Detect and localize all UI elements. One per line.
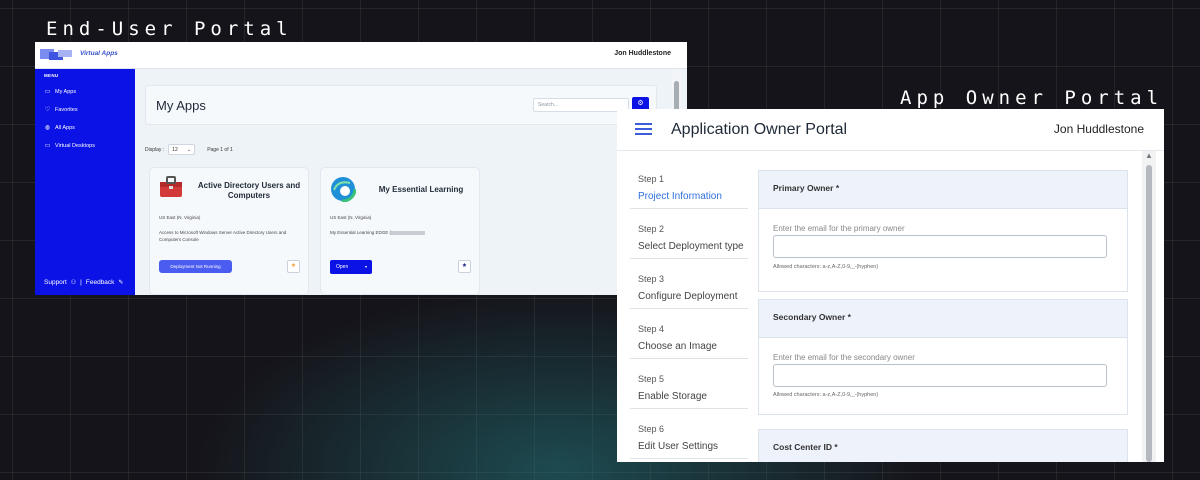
edge-browser-icon (330, 176, 356, 202)
step-title: Enable Storage (638, 391, 707, 402)
step-choose-an-image[interactable]: Step 4 Choose an Image (630, 309, 748, 359)
page-header: My Apps Search... ⚙ (145, 85, 657, 125)
display-value: 12 (172, 147, 178, 153)
gear-icon: ⚙ (637, 100, 644, 107)
virtual-apps-logo (40, 47, 74, 63)
end-user-portal-window: Virtual Apps Jon Huddlestone MENU ▭ My A… (35, 42, 687, 295)
step-enable-storage[interactable]: Step 5 Enable Storage (630, 359, 748, 409)
end-user-portal-caption: End-User Portal (46, 18, 293, 40)
secondary-owner-section: Secondary Owner * Enter the email for th… (758, 299, 1128, 415)
desktop-icon: ▭ (44, 143, 51, 149)
step-number: Step 5 (638, 374, 665, 384)
top-bar: Virtual Apps Jon Huddlestone (35, 42, 687, 69)
scrollbar-thumb[interactable] (674, 81, 679, 111)
page-title: My Apps (156, 98, 206, 113)
sidebar-item-label: Favorites (55, 106, 78, 113)
page-info: Page 1 of 1 (207, 146, 233, 153)
favorite-button[interactable]: ★ (458, 260, 471, 273)
step-select-deployment-type[interactable]: Step 2 Select Deployment type (630, 209, 748, 259)
user-name[interactable]: Jon Huddlestone (614, 50, 671, 57)
app-region: US East (N. Virginia) (159, 215, 201, 220)
section-header: Cost Center ID * (759, 430, 1127, 462)
step-title: Project Information (638, 191, 722, 202)
caret-down-icon: ▾ (364, 264, 367, 269)
sidebar-item-all-apps[interactable]: ◍ All Apps (44, 124, 75, 132)
user-name[interactable]: Jon Huddlestone (1054, 122, 1144, 136)
step-project-information[interactable]: Step 1 Project Information (630, 159, 748, 209)
section-header: Secondary Owner * (759, 300, 1127, 338)
section-header: Primary Owner * (759, 171, 1127, 209)
brand-name: Virtual Apps (80, 50, 118, 57)
app-name: Active Directory Users and Computers (197, 181, 301, 200)
star-icon: ★ (290, 263, 297, 269)
step-configure-deployment[interactable]: Step 3 Configure Deployment (630, 259, 748, 309)
primary-owner-section: Primary Owner * Enter the email for the … (758, 170, 1128, 292)
scrollbar[interactable]: ▲ (1142, 151, 1156, 462)
step-number: Step 1 (638, 174, 665, 184)
step-number: Step 4 (638, 324, 665, 334)
app-owner-portal-caption: App Owner Portal (900, 87, 1164, 109)
hamburger-menu-icon[interactable] (635, 123, 652, 136)
sidebar-item-label: All Apps (55, 124, 75, 131)
display-controls: Display : 12 ⌄ Page 1 of 1 (145, 144, 233, 155)
top-bar: Application Owner Portal Jon Huddlestone (617, 109, 1164, 151)
sidebar: MENU ▭ My Apps ♡ Favorites ◍ All Apps ▭ … (35, 69, 135, 295)
heart-icon: ♡ (44, 107, 51, 113)
secondary-owner-email-field[interactable] (773, 364, 1107, 387)
monitor-icon: ▭ (44, 89, 51, 95)
step-number: Step 6 (638, 424, 665, 434)
redacted-text (391, 230, 426, 235)
open-button[interactable]: Open ▾ (330, 260, 372, 274)
favorite-button[interactable]: ★ (287, 260, 300, 273)
display-label: Display : (145, 146, 165, 153)
step-title: Configure Deployment (638, 291, 738, 302)
app-name: My Essential Learning (378, 185, 464, 194)
sidebar-item-virtual-desktops[interactable]: ▭ Virtual Desktops (44, 142, 95, 150)
menu-heading: MENU (44, 73, 59, 78)
app-region: US East (N. Virginia) (330, 215, 372, 220)
pencil-icon: ✎ (118, 280, 124, 286)
step-number: Step 2 (638, 224, 665, 234)
sidebar-footer: Support ⚇ | Feedback ✎ (44, 279, 123, 286)
field-help-text: Allowed characters: a-z,A-Z,0-9,_-(hyphe… (773, 264, 879, 270)
app-owner-portal-window: Application Owner Portal Jon Huddlestone… (617, 109, 1164, 462)
app-card[interactable]: My Essential Learning US East (N. Virgin… (320, 167, 480, 295)
step-title: Choose an Image (638, 341, 717, 352)
step-title: Edit User Settings (638, 441, 719, 452)
app-description: My Essential Learning EDGE ( (330, 229, 470, 236)
deployment-status-button[interactable]: Deployment Not Running (159, 260, 232, 273)
field-label: Enter the email for the primary owner (773, 224, 905, 233)
step-edit-user-settings[interactable]: Step 6 Edit User Settings (630, 409, 748, 459)
app-description: Access to Microsoft Windows Server Activ… (159, 230, 287, 242)
scrollbar-thumb[interactable] (1146, 165, 1152, 462)
scroll-up-icon[interactable]: ▲ (1145, 151, 1153, 160)
search-input[interactable]: Search... (533, 98, 629, 112)
toolbox-icon (160, 176, 182, 197)
cost-center-section: Cost Center ID * (758, 429, 1128, 462)
sidebar-item-favorites[interactable]: ♡ Favorites (44, 106, 78, 114)
page-title: Application Owner Portal (671, 121, 848, 138)
user-icon: ⚇ (70, 280, 77, 286)
chevron-down-icon: ⌄ (186, 147, 192, 153)
app-card[interactable]: Active Directory Users and Computers US … (149, 167, 309, 295)
feedback-link[interactable]: Feedback (86, 279, 115, 286)
sidebar-item-label: Virtual Desktops (55, 142, 95, 149)
star-icon: ★ (461, 263, 468, 269)
display-select[interactable]: 12 ⌄ (168, 144, 196, 155)
step-title: Select Deployment type (638, 241, 744, 252)
support-link[interactable]: Support (44, 279, 67, 286)
app-description-text: My Essential Learning EDGE ( (330, 230, 392, 235)
sidebar-item-label: My Apps (55, 88, 77, 95)
primary-owner-email-field[interactable] (773, 235, 1107, 258)
field-help-text: Allowed characters: a-z,A-Z,0-9,_-(hyphe… (773, 392, 879, 398)
field-label: Enter the email for the secondary owner (773, 353, 915, 362)
step-number: Step 3 (638, 274, 665, 284)
grid-icon: ◍ (44, 125, 51, 131)
sidebar-item-my-apps[interactable]: ▭ My Apps (44, 88, 77, 96)
footer-divider: | (80, 279, 82, 286)
main-content: My Apps Search... ⚙ Display : 12 ⌄ Page … (135, 69, 687, 295)
open-button-label: Open (336, 264, 349, 270)
